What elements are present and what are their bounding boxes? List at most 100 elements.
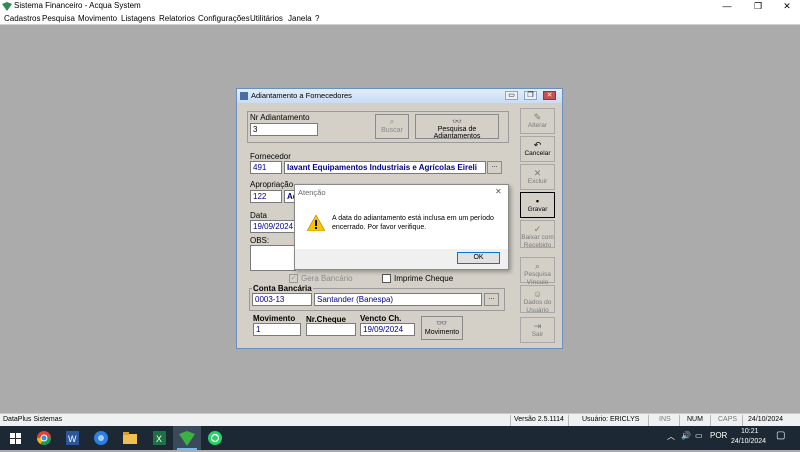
menu-utilitarios[interactable]: Utilitários <box>250 14 283 23</box>
sair-label: Sair <box>531 331 544 338</box>
child-title: Adiantamento a Fornecedores <box>251 91 352 100</box>
sair-button[interactable]: ⇥ Sair <box>520 317 555 343</box>
data-input[interactable]: 19/09/2024 <box>250 220 296 233</box>
menu-listagens[interactable]: Listagens <box>121 14 155 23</box>
apropriacao-code-input[interactable]: 122 <box>250 190 282 203</box>
maximize-button[interactable]: ❐ <box>743 0 773 13</box>
fornecedor-label: Fornecedor <box>250 152 291 161</box>
browser-icon[interactable] <box>92 429 110 447</box>
vencto-label: Vencto Ch. <box>360 314 402 323</box>
menu-relatorios[interactable]: Relatorios <box>159 14 195 23</box>
app-title-bar: Sistema Financeiro - Acqua System — ❐ ✕ <box>0 0 800 13</box>
imprime-cheque-checkbox[interactable] <box>382 274 391 283</box>
gera-bancario-label: Gera Bancário <box>301 274 353 283</box>
menu-bar: Cadastros Pesquisa Movimento Listagens R… <box>0 13 800 25</box>
speaker-icon[interactable]: 🔊 <box>681 431 691 440</box>
menu-configuracoes[interactable]: Configurações <box>198 14 250 23</box>
data-label: Data <box>250 211 267 220</box>
check-icon: ✓ <box>533 224 542 234</box>
movimento-input[interactable]: 1 <box>253 323 301 336</box>
exit-icon: ⇥ <box>533 321 542 331</box>
child-minimize-button[interactable]: ▭ <box>505 91 518 100</box>
warning-icon <box>306 214 326 233</box>
minimize-button[interactable]: — <box>712 0 742 13</box>
save-icon: ▪ <box>535 196 540 206</box>
chrome-icon[interactable] <box>35 429 53 447</box>
window-title: Sistema Financeiro - Acqua System <box>14 1 141 10</box>
fornecedor-code-input[interactable]: 491 <box>250 161 282 174</box>
dialog-message: A data do adiantamento está inclusa em u… <box>332 215 494 231</box>
child-title-bar: Adiantamento a Fornecedores ▭ ❐ ✕ <box>237 89 562 103</box>
taskbar: W X ︿ 🔊 ▭ POR 10:21 24/10/2024 ▢ <box>0 426 800 450</box>
gravar-label: Gravar <box>527 206 548 213</box>
menu-janela[interactable]: Janela <box>288 14 312 23</box>
excluir-label: Excluir <box>527 178 548 185</box>
fornecedor-lookup-button[interactable]: ... <box>487 161 502 174</box>
atencao-dialog: Atenção ✕ A data do adiantamento está in… <box>294 184 509 270</box>
clock-time[interactable]: 10:21 <box>741 428 759 435</box>
pesquisa-vinculo-label: Pesquisa Vínculo <box>524 271 551 286</box>
delete-icon: ✕ <box>533 168 542 178</box>
cancelar-label: Cancelar <box>524 150 551 157</box>
file-explorer-icon[interactable] <box>121 429 139 447</box>
dialog-close-icon[interactable]: ✕ <box>495 187 502 196</box>
svg-text:X: X <box>156 434 162 444</box>
status-ins: INS <box>659 416 671 423</box>
nrcheque-input[interactable] <box>306 323 356 336</box>
alterar-label: Alterar <box>527 122 548 129</box>
word-icon[interactable]: W <box>63 429 81 447</box>
vencto-input[interactable]: 19/09/2024 <box>360 323 415 336</box>
conta-name-field: Santander (Banespa) <box>314 293 482 306</box>
start-icon[interactable] <box>7 429 25 447</box>
obs-textarea[interactable] <box>250 245 296 271</box>
alterar-button[interactable]: ✎ Alterar <box>520 108 555 134</box>
conta-code-input[interactable]: 0003-13 <box>252 293 312 306</box>
apropriacao-label: Apropriação <box>250 180 294 189</box>
dados-usuario-button[interactable]: ☺ Dados do Usuário <box>520 285 555 314</box>
pesquisa-vinculo-button[interactable]: ⌕ Pesquisa Vínculo <box>520 257 555 286</box>
movimento-btn-label: Movimento <box>424 329 460 336</box>
buscar-label: Buscar <box>381 127 403 134</box>
status-caps: CAPS <box>718 416 738 423</box>
form-icon <box>240 92 248 100</box>
conta-lookup-button[interactable]: ... <box>484 293 499 306</box>
acqua-system-taskbar-item[interactable] <box>173 426 201 450</box>
menu-cadastros[interactable]: Cadastros <box>4 14 40 23</box>
status-num: NUM <box>687 416 703 423</box>
excel-icon[interactable]: X <box>150 429 168 447</box>
status-company: DataPlus Sistemas <box>3 416 63 423</box>
excluir-button[interactable]: ✕ Excluir <box>520 164 555 190</box>
baixar-button[interactable]: ✓ Baixar com Recebido <box>520 220 555 249</box>
conta-label: Conta Bancária <box>252 284 313 293</box>
notification-icon[interactable]: ▢ <box>776 430 785 441</box>
pesquisa-adiantamentos-button[interactable]: 👓 Pesquisa de Adiantamentos <box>415 114 499 140</box>
gravar-button[interactable]: ▪ Gravar <box>520 192 555 218</box>
status-bar: DataPlus Sistemas Versão 2.5.1114 Usuári… <box>0 413 800 426</box>
language-indicator[interactable]: POR <box>710 431 727 440</box>
child-maximize-button[interactable]: ❐ <box>524 91 537 100</box>
clock-date[interactable]: 24/10/2024 <box>731 438 766 445</box>
status-date: 24/10/2024 <box>748 416 784 423</box>
imprime-cheque-label: Imprime Cheque <box>394 274 454 283</box>
menu-movimento[interactable]: Movimento <box>78 14 117 23</box>
dados-usuario-label: Dados do Usuário <box>523 299 552 314</box>
nr-input[interactable]: 3 <box>250 123 318 136</box>
gera-bancario-checkbox[interactable]: ✓ <box>289 274 298 283</box>
movimento-button[interactable]: 👓 Movimento <box>421 316 463 340</box>
undo-icon: ↶ <box>533 140 542 150</box>
user-icon: ☺ <box>532 289 543 299</box>
menu-help[interactable]: ? <box>315 14 319 23</box>
whatsapp-icon[interactable] <box>206 429 224 447</box>
child-close-button[interactable]: ✕ <box>543 91 556 100</box>
status-user: Usuário: ERICLYS <box>582 416 640 423</box>
app-logo-icon <box>2 2 12 11</box>
search-icon: ⌕ <box>534 261 541 271</box>
buscar-button[interactable]: ⌕ Buscar <box>375 114 409 139</box>
close-button[interactable]: ✕ <box>772 0 800 13</box>
binoculars-icon: 👓 <box>436 318 448 328</box>
menu-pesquisa[interactable]: Pesquisa <box>42 14 75 23</box>
network-icon[interactable]: ▭ <box>695 431 703 440</box>
tray-chevron-icon[interactable]: ︿ <box>667 431 675 442</box>
cancelar-button[interactable]: ↶ Cancelar <box>520 136 555 162</box>
ok-button[interactable]: OK <box>457 252 500 264</box>
